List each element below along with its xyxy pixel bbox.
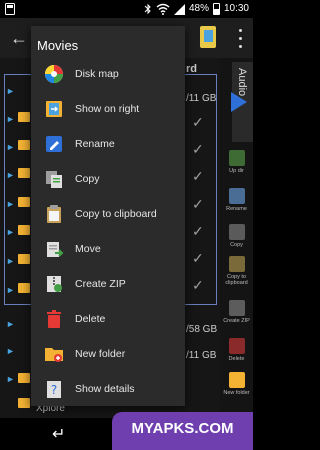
menu-item-show-details[interactable]: ? Show details [31,371,185,406]
menu-item-copy[interactable]: Copy [31,161,185,196]
status-bar: 48% 10:30 [0,0,253,18]
menu-item-move[interactable]: Move [31,231,185,266]
folder-icon [18,197,30,207]
check-icon[interactable]: ✓ [192,250,204,267]
more-options-icon[interactable] [235,26,245,50]
details-icon: ? [47,380,61,398]
folder-icon [18,283,30,293]
watermark-text: MYAPKS.COM [131,420,234,437]
new-folder-tool-icon [228,372,245,388]
expand-arrow-icon[interactable]: ► [6,346,15,356]
battery-percent: 48% [188,3,209,14]
clipboard-tool-icon [228,256,245,272]
expand-arrow-icon[interactable]: ► [6,114,15,124]
expand-arrow-icon[interactable]: ► [6,319,15,329]
delete-tool-icon [228,338,245,354]
check-icon[interactable]: ✓ [192,223,204,240]
expand-arrow-icon[interactable]: ► [6,374,15,384]
folder-icon [18,254,30,264]
signal-icon [173,3,185,15]
tool-rename[interactable]: Rename [221,188,252,212]
tool-up-dir[interactable]: Up dir [221,150,252,174]
folder-icon [18,398,30,408]
menu-item-delete[interactable]: Delete [31,301,185,336]
menu-item-show-on-right[interactable]: Show on right [31,91,185,126]
menu-item-create-zip[interactable]: Create ZIP [31,266,185,301]
tool-new-folder[interactable]: New folder [221,372,252,396]
menu-item-disk-map[interactable]: Disk map [31,56,185,91]
folder-icon [18,112,30,122]
watermark-banner: MYAPKS.COM [112,412,253,450]
clock: 10:30 [223,3,249,14]
copy-tool-icon [228,224,245,240]
check-icon[interactable]: ✓ [192,141,204,158]
back-arrow-icon[interactable]: ← [10,28,28,48]
new-folder-icon [45,347,63,362]
trash-icon [47,309,61,328]
move-icon [47,241,64,257]
expand-arrow-icon[interactable]: ► [6,142,15,152]
storage-hint: /11 GB [186,93,217,104]
expand-arrow-icon[interactable]: ► [6,86,15,96]
tool-delete[interactable]: Delete [221,338,252,362]
wifi-icon [156,3,170,15]
pane-arrow-icon[interactable] [231,92,247,112]
expand-arrow-icon[interactable]: ► [6,199,15,209]
menu-item-rename[interactable]: Rename [31,126,185,161]
storage-hint: /11 GB [186,350,217,361]
tool-copy-to-clipboard[interactable]: Copy to clipboard [221,256,252,286]
menu-item-copy-to-clipboard[interactable]: Copy to clipboard [31,196,185,231]
copy-icon [46,170,62,188]
rename-icon [46,135,62,152]
show-on-right-icon [46,100,62,117]
bluetooth-icon [144,3,151,15]
menu-title: Movies [37,38,79,53]
folder-icon [18,140,30,150]
pane-header-partial: rd [186,63,197,75]
zip-icon [47,275,62,292]
expand-arrow-icon[interactable]: ► [6,170,15,180]
nav-back-icon[interactable]: ↵ [52,424,65,444]
menu-item-new-folder[interactable]: New folder [31,336,185,371]
tool-copy[interactable]: Copy [221,224,252,248]
check-icon[interactable]: ✓ [192,196,204,213]
rename-tool-icon [228,188,245,204]
battery-icon [212,3,220,15]
apps-icon[interactable] [200,26,216,48]
folder-icon [18,373,30,383]
check-icon[interactable]: ✓ [192,168,204,185]
tool-create-zip[interactable]: Create ZIP [221,300,252,324]
check-icon[interactable]: ✓ [192,114,204,131]
folder-icon [18,168,30,178]
up-dir-icon [228,150,245,166]
expand-arrow-icon[interactable]: ► [6,227,15,237]
zip-tool-icon [228,300,245,316]
context-menu: Movies Disk map Show on right Rename Cop… [31,26,185,406]
expand-arrow-icon[interactable]: ► [6,285,15,295]
disk-map-icon [45,64,63,83]
storage-hint: /58 GB [186,324,218,335]
clipboard-icon [47,204,61,223]
svg-text:?: ? [51,383,57,397]
check-icon[interactable]: ✓ [192,277,204,294]
expand-arrow-icon[interactable]: ► [6,256,15,266]
folder-icon [18,225,30,235]
